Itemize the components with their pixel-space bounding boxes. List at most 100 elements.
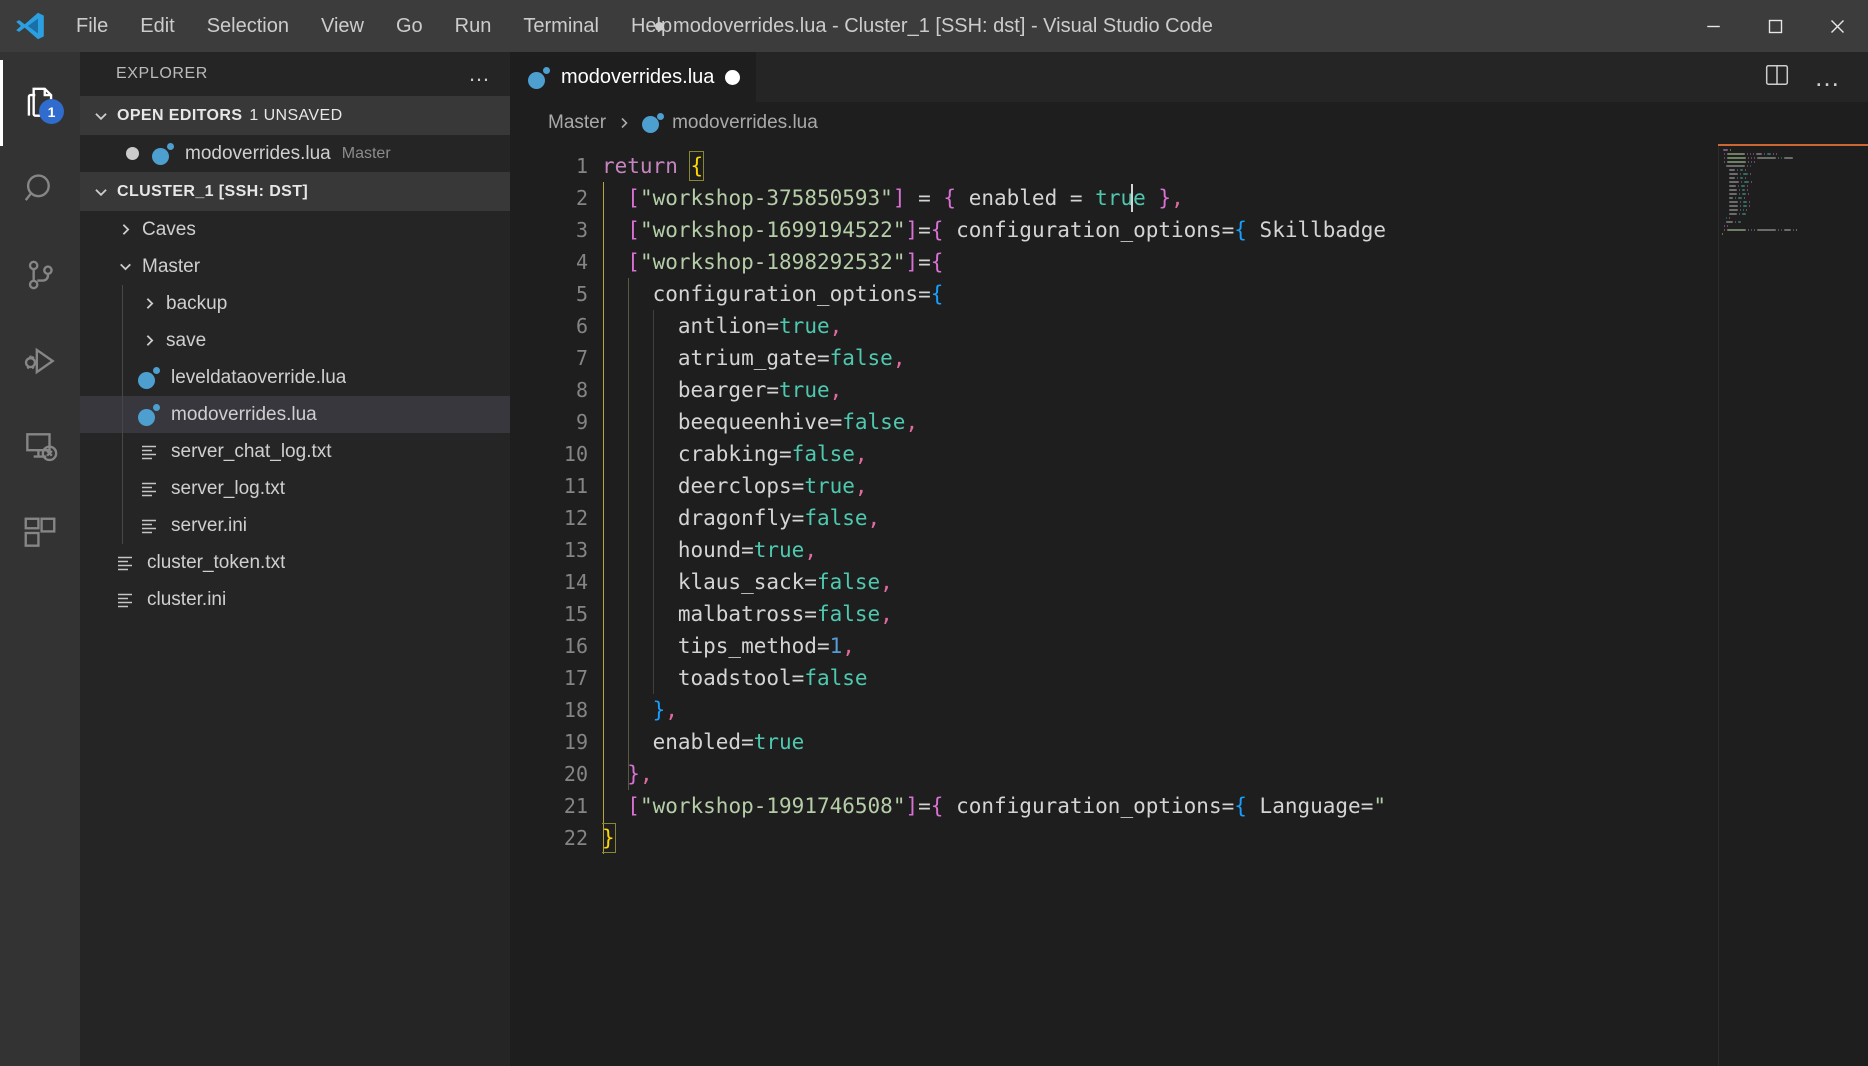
tree-file-row[interactable]: server_log.txt [80,470,510,507]
code-line[interactable]: configuration_options={ [602,278,1868,310]
open-editor-name: modoverrides.lua [185,142,331,164]
indent-guide [122,507,123,544]
code-line-text: ["workshop-1991746508"]={ configuration_… [627,794,1387,818]
code-line-text: }, [627,762,653,786]
tree-file-row[interactable]: modoverrides.lua [80,396,510,433]
tree-item-label: Master [142,255,201,277]
open-editor-detail: Master [341,144,391,162]
code-line[interactable]: return { [602,150,1868,182]
activity-extensions[interactable] [0,490,80,576]
code-line[interactable]: enabled=true [602,726,1868,758]
editor-more-actions-icon[interactable]: … [1814,64,1842,90]
code-line[interactable]: ["workshop-1991746508"]={ configuration_… [602,790,1868,822]
text-file-icon [138,515,160,537]
breadcrumb-item-master[interactable]: Master [548,112,606,134]
maximize-button[interactable] [1744,0,1806,52]
open-editor-item[interactable]: modoverrides.lua Master [80,135,510,172]
code-line[interactable]: dragonfly=false, [602,502,1868,534]
close-button[interactable] [1806,0,1868,52]
tree-item-label: modoverrides.lua [171,403,317,425]
chevron-down-icon[interactable] [114,256,136,278]
code-line[interactable]: } [602,822,1868,854]
activity-remote-explorer[interactable] [0,404,80,490]
section-workspace[interactable]: CLUSTER_1 [SSH: DST] [80,172,510,211]
tab-modoverrides-lua[interactable]: modoverrides.lua [510,52,757,102]
sidebar-more-actions-icon[interactable]: … [468,63,492,85]
code-line-text: dragonfly=false, [602,506,881,530]
code-line-text: }, [652,698,678,722]
breadcrumb: Master modoverrides.lua [510,102,1868,144]
code-line[interactable]: crabking=false, [602,438,1868,470]
line-number: 19 [563,730,588,754]
menu-run[interactable]: Run [439,9,508,44]
code-line-text: deerclops=true, [602,474,868,498]
activity-explorer[interactable]: 1 [0,60,80,146]
code-line[interactable]: antlion=true, [602,310,1868,342]
minimap-segment [1742,205,1748,207]
menu-go[interactable]: Go [380,9,439,44]
tree-file-row[interactable]: leveldataoverride.lua [80,359,510,396]
code-line[interactable]: tips_method=1, [602,630,1868,662]
line-number: 4 [575,250,588,274]
code-line[interactable]: }, [602,694,1868,726]
menu-edit[interactable]: Edit [124,9,190,44]
code-line[interactable]: atrium_gate=false, [602,342,1868,374]
minimap-segment [1737,221,1742,223]
tree-folder-row[interactable]: save [80,322,510,359]
code-line[interactable]: ["workshop-1898292532"]={ [602,246,1868,278]
code-line[interactable]: ["workshop-375850593"] = { enabled = tru… [602,182,1868,214]
window-controls[interactable] [1682,0,1868,52]
code-editor[interactable]: 1 2 3 4 5 6 7 8 9 10 11 12 13 14 15 16 17 18 19 20 21 22 retu… [510,144,1868,1066]
code-line[interactable]: deerclops=true, [602,470,1868,502]
minimap-segment [1739,177,1744,179]
menu-terminal[interactable]: Terminal [507,9,615,44]
tab-dirty-icon[interactable] [725,70,741,85]
minimap-segment [1748,157,1750,159]
code-line[interactable]: hound=true, [602,534,1868,566]
tree-file-row[interactable]: server_chat_log.txt [80,433,510,470]
minimap-slider[interactable] [1718,144,1868,146]
minimap-segment [1780,229,1782,231]
minimize-button[interactable] [1682,0,1744,52]
minimap-segment [1724,157,1726,159]
tree-folder-row[interactable]: Master [80,248,510,285]
activity-search[interactable] [0,146,80,232]
section-open-editors[interactable]: OPEN EDITORS 1 UNSAVED [80,96,510,135]
minimap-segment [1741,181,1743,183]
menu-selection[interactable]: Selection [191,9,305,44]
menu-view[interactable]: View [305,9,380,44]
minimap-segment [1754,157,1756,159]
activity-run-debug[interactable] [0,318,80,404]
tree-item-label: Caves [142,218,196,240]
code-line[interactable]: toadstool=false [602,662,1868,694]
chevron-right-icon [616,115,632,131]
minimap-border [1718,144,1719,1066]
chevron-right-icon[interactable] [138,293,160,315]
line-number: 1 [575,154,588,178]
breadcrumb-item-file[interactable]: modoverrides.lua [642,112,818,134]
menu-bar[interactable]: File Edit Selection View Go Run Terminal… [60,9,688,44]
chevron-right-icon[interactable] [114,219,136,241]
activity-source-control[interactable] [0,232,80,318]
tree-file-row[interactable]: cluster_token.txt [80,544,510,581]
code-line[interactable]: }, [602,758,1868,790]
tree-folder-row[interactable]: backup [80,285,510,322]
code-line[interactable]: malbatross=false, [602,598,1868,630]
split-editor-icon[interactable] [1764,62,1790,93]
code-line[interactable]: ["workshop-1699194522"]={ configuration_… [602,214,1868,246]
tree-folder-row[interactable]: Caves [80,211,510,248]
code-line-text: beequeenhive=false, [602,410,919,434]
code-content[interactable]: return { ["workshop-375850593"] = { enab… [602,144,1868,1066]
minimap[interactable] [1718,144,1868,1066]
minimap-segment [1749,205,1751,207]
menu-file[interactable]: File [60,9,124,44]
indent-guide [122,359,123,396]
minimap-segment [1749,201,1751,203]
code-line[interactable]: beequeenhive=false, [602,406,1868,438]
code-line[interactable]: klaus_sack=false, [602,566,1868,598]
tree-file-row[interactable]: cluster.ini [80,581,510,618]
chevron-right-icon[interactable] [138,330,160,352]
tree-file-row[interactable]: server.ini [80,507,510,544]
menu-help[interactable]: Help [615,9,688,44]
code-line[interactable]: bearger=true, [602,374,1868,406]
